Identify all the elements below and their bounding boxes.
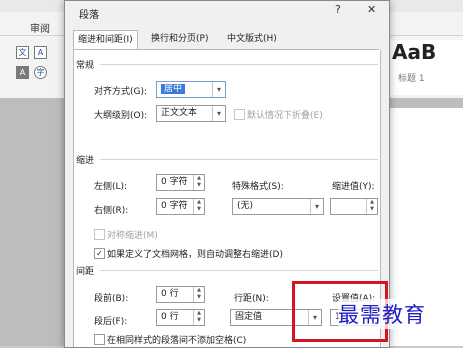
special-indent-label: 特殊格式(S): [232, 182, 284, 192]
outline-level-label: 大纲级别(O): [94, 111, 148, 121]
paragraph-dialog: 段落 ? ✕ 缩进和间距(I) 换行和分页(P) 中文版式(H) 常规 对齐方式… [64, 0, 390, 348]
divider [100, 270, 378, 271]
spin-arrows-icon[interactable]: ▲▼ [193, 199, 204, 214]
mirror-indents-checkbox[interactable] [94, 229, 105, 240]
collapse-default-label: 默认情况下折叠(E) [247, 111, 323, 121]
section-heading-spacing: 间距 [76, 267, 95, 277]
character-border-icon[interactable]: A [34, 46, 47, 59]
auto-adjust-indent-label: 如果定义了文档网格，则自动调整右缩进(D) [107, 250, 283, 260]
auto-adjust-indent-checkbox[interactable]: ✓ [94, 248, 105, 259]
spin-arrows-icon[interactable]: ▲▼ [193, 287, 204, 302]
tab-asian-typography[interactable]: 中文版式(H) [223, 30, 281, 49]
spacing-after-value: 0 行 [161, 312, 179, 322]
alignment-label: 对齐方式(G): [94, 87, 148, 97]
spin-arrows-icon[interactable]: ▲▼ [193, 310, 204, 325]
indent-left-value: 0 字符 [161, 177, 188, 187]
spin-arrows-icon[interactable]: ▲▼ [193, 175, 204, 190]
tab-indents-spacing[interactable]: 缩进和间距(I) [73, 30, 138, 51]
spacing-before-value: 0 行 [161, 289, 179, 299]
style-name-heading1: 标题 1 [398, 74, 425, 84]
section-heading-indentation: 缩进 [76, 156, 95, 166]
line-spacing-value: 固定值 [235, 312, 263, 322]
indent-right-spinner[interactable]: 0 字符 ▲ ▼ [156, 198, 205, 215]
chevron-down-icon[interactable]: ▾ [310, 199, 323, 214]
style-preview[interactable]: AaB [392, 40, 436, 64]
enclose-characters-icon[interactable]: 字 [34, 66, 47, 79]
section-heading-general: 常规 [76, 61, 95, 71]
chevron-down-icon[interactable]: ▾ [212, 82, 225, 97]
divider [100, 64, 378, 65]
alignment-select[interactable]: 居中 ▾ [156, 81, 226, 98]
special-indent-value: (无) [237, 201, 254, 211]
collapse-default-checkbox[interactable] [234, 109, 245, 120]
dialog-title: 段落 [79, 10, 99, 21]
indent-right-label: 右侧(R): [94, 206, 129, 216]
indent-left-label: 左侧(L): [94, 182, 128, 192]
chevron-down-icon[interactable]: ▾ [212, 106, 225, 121]
spin-arrows-icon[interactable]: ▲▼ [366, 199, 377, 214]
watermark: 最需教育 [338, 299, 426, 329]
help-button[interactable]: ? [335, 3, 341, 16]
indent-left-spinner[interactable]: 0 字符 ▲ ▼ [156, 174, 205, 191]
spacing-before-spinner[interactable]: 0 行 ▲ ▼ [156, 286, 205, 303]
outline-level-value: 正文文本 [161, 108, 198, 118]
ribbon-tab-review[interactable]: 审阅 [30, 20, 50, 35]
tab-line-page-breaks[interactable]: 换行和分页(P) [147, 30, 212, 49]
no-space-same-style-label: 在相同样式的段落间不添加空格(C) [107, 336, 247, 346]
spacing-after-spinner[interactable]: 0 行 ▲ ▼ [156, 309, 205, 326]
spacing-after-label: 段后(F): [94, 317, 128, 327]
outline-level-select[interactable]: 正文文本 ▾ [156, 105, 226, 122]
mirror-indents-label: 对称缩进(M) [107, 231, 158, 241]
indent-right-value: 0 字符 [161, 201, 188, 211]
spacing-before-label: 段前(B): [94, 294, 129, 304]
line-spacing-label: 行距(N): [234, 294, 269, 304]
no-space-same-style-checkbox[interactable] [94, 334, 105, 345]
divider [100, 159, 378, 160]
close-button[interactable]: ✕ [367, 3, 376, 16]
indent-by-spinner[interactable]: ▲ ▼ [330, 198, 378, 215]
alignment-value: 居中 [161, 84, 186, 94]
indent-by-label: 缩进值(Y): [332, 182, 375, 192]
character-shading-icon[interactable]: A [16, 66, 29, 79]
special-indent-select[interactable]: (无) ▾ [232, 198, 324, 215]
phonetic-guide-icon[interactable]: 文 [16, 46, 29, 59]
